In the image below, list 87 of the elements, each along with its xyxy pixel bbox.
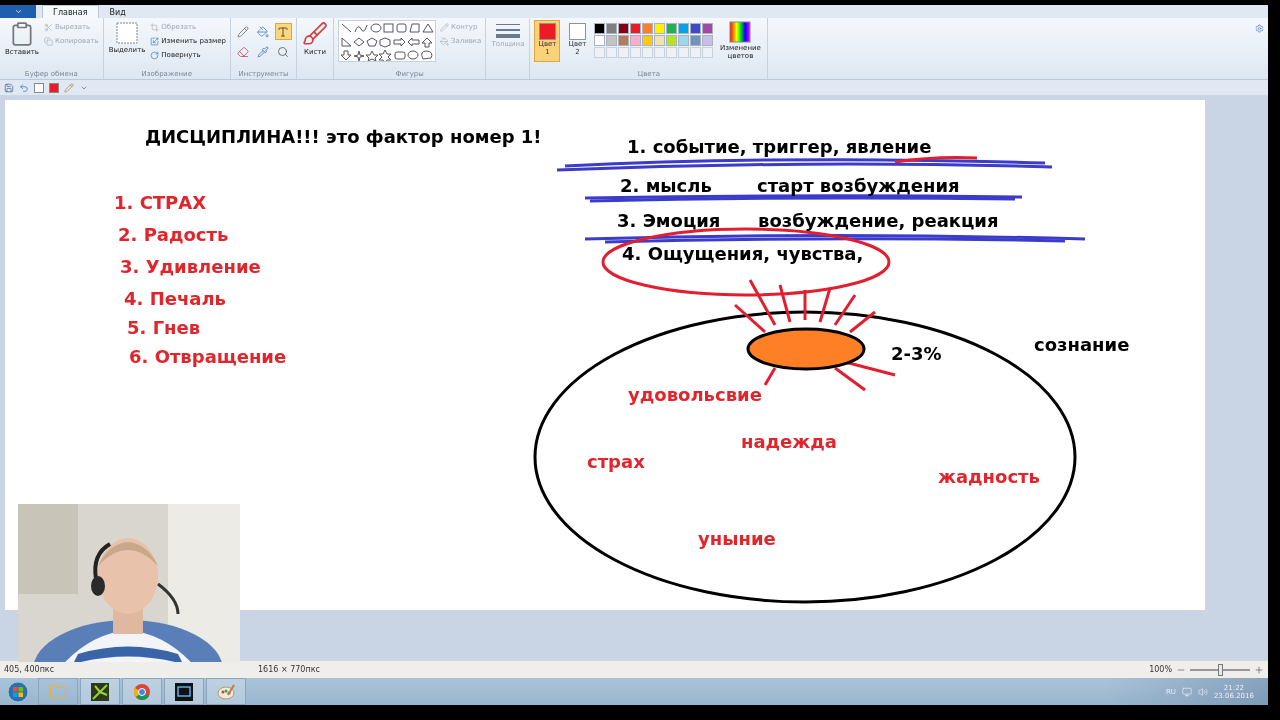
palette-color[interactable] — [666, 23, 678, 34]
taskbar-button[interactable] — [164, 678, 204, 705]
palette-color[interactable] — [618, 35, 630, 46]
palette-color[interactable] — [702, 23, 714, 34]
rotate-icon — [150, 50, 160, 60]
outline-icon — [439, 22, 449, 32]
palette-color[interactable] — [666, 35, 678, 46]
scissors-icon — [43, 22, 53, 32]
chain-label: 4. Ощущения, чувства, — [622, 243, 864, 264]
zoom-level: 100% — [1149, 665, 1172, 674]
save-button[interactable] — [3, 81, 15, 94]
crop-icon — [150, 22, 160, 32]
line-width-icon — [495, 21, 520, 39]
cursor-position: 405, 400пкс — [3, 665, 56, 674]
monitor-icon — [175, 682, 193, 701]
zoom-in-icon[interactable] — [1254, 664, 1264, 675]
chain-label: 3. Эмоция — [617, 210, 721, 231]
emotion-label: 2. Радость — [118, 224, 229, 245]
shapes-gallery-drawing[interactable] — [337, 20, 436, 62]
palette-color[interactable] — [594, 35, 606, 46]
caret-icon — [13, 7, 23, 16]
emotion-label: 1. СТРАХ — [114, 192, 207, 213]
chain-label: старт возбуждения — [757, 175, 960, 196]
eyedropper-icon — [257, 45, 270, 58]
feeling-label: удовольсвие — [628, 384, 762, 405]
chain-label: 2. мысль — [620, 175, 712, 196]
spectrum-icon — [729, 21, 752, 43]
color-one-button[interactable] — [48, 81, 60, 94]
resize-icon — [150, 36, 160, 46]
feeling-label: надежда — [741, 431, 837, 452]
palette-color[interactable] — [654, 35, 666, 46]
feeling-label: уныние — [698, 528, 776, 549]
brush-icon — [301, 21, 328, 47]
palette-color[interactable] — [618, 23, 630, 34]
paint-bucket-icon — [257, 25, 270, 38]
emotion-label: 4. Печаль — [124, 288, 226, 309]
palette-color[interactable] — [702, 35, 714, 46]
ribbon-tab[interactable]: Главная — [42, 5, 99, 18]
percent-label: 2-3% — [891, 343, 942, 364]
palette-color[interactable] — [678, 23, 690, 34]
palette-color[interactable] — [690, 23, 702, 34]
tool-button[interactable] — [234, 23, 252, 40]
palette-color[interactable] — [630, 23, 642, 34]
pencil-icon — [237, 25, 250, 38]
color-two-button[interactable] — [33, 81, 45, 94]
drawing-canvas[interactable] — [5, 100, 1205, 610]
palette-color[interactable] — [606, 23, 618, 34]
fill-icon — [439, 36, 449, 46]
pencil-button[interactable] — [63, 81, 75, 94]
app-icon — [91, 682, 109, 701]
undo-button[interactable] — [18, 81, 30, 94]
ribbon-tab[interactable]: Вид — [98, 5, 137, 18]
palette-color[interactable] — [690, 35, 702, 46]
tool-button[interactable] — [254, 23, 272, 40]
palette-icon — [217, 682, 235, 701]
palette-color[interactable] — [630, 35, 642, 46]
consciousness-label: сознание — [1034, 334, 1130, 355]
folder-icon — [49, 682, 67, 701]
network-icon[interactable] — [1181, 686, 1192, 697]
palette-color[interactable] — [642, 35, 654, 46]
feeling-label: страх — [587, 451, 645, 472]
emotion-label: 3. Удивление — [120, 256, 261, 277]
emotion-label: 5. Гнев — [127, 317, 201, 338]
palette-color[interactable] — [594, 23, 606, 34]
browser-icon — [133, 682, 151, 701]
image-size: 1616 × 770пкс — [257, 665, 320, 674]
magnifier-icon — [277, 45, 290, 58]
pencil-icon — [64, 82, 74, 93]
eraser-icon — [237, 45, 250, 58]
selection-icon — [115, 21, 139, 45]
palette-color[interactable] — [606, 35, 618, 46]
windows-logo-icon — [7, 680, 29, 703]
volume-icon[interactable] — [1197, 686, 1208, 697]
palette-color[interactable] — [678, 35, 690, 46]
tool-button[interactable] — [274, 23, 292, 40]
emotion-label: 6. Отвращение — [129, 346, 287, 367]
palette-color[interactable] — [642, 23, 654, 34]
chain-label: возбуждение, реакция — [758, 210, 999, 231]
feeling-label: жадность — [938, 466, 1040, 487]
text-icon — [277, 25, 290, 38]
chain-label: 1. событие, триггер, явление — [627, 136, 932, 157]
save-icon — [4, 82, 14, 93]
copy-icon — [43, 36, 53, 46]
undo-icon — [19, 82, 29, 93]
palette-color[interactable] — [654, 23, 666, 34]
taskbar-button[interactable] — [80, 678, 120, 705]
canvas-title: ДИСЦИПЛИНА!!! это фактор номер 1! — [145, 126, 542, 147]
